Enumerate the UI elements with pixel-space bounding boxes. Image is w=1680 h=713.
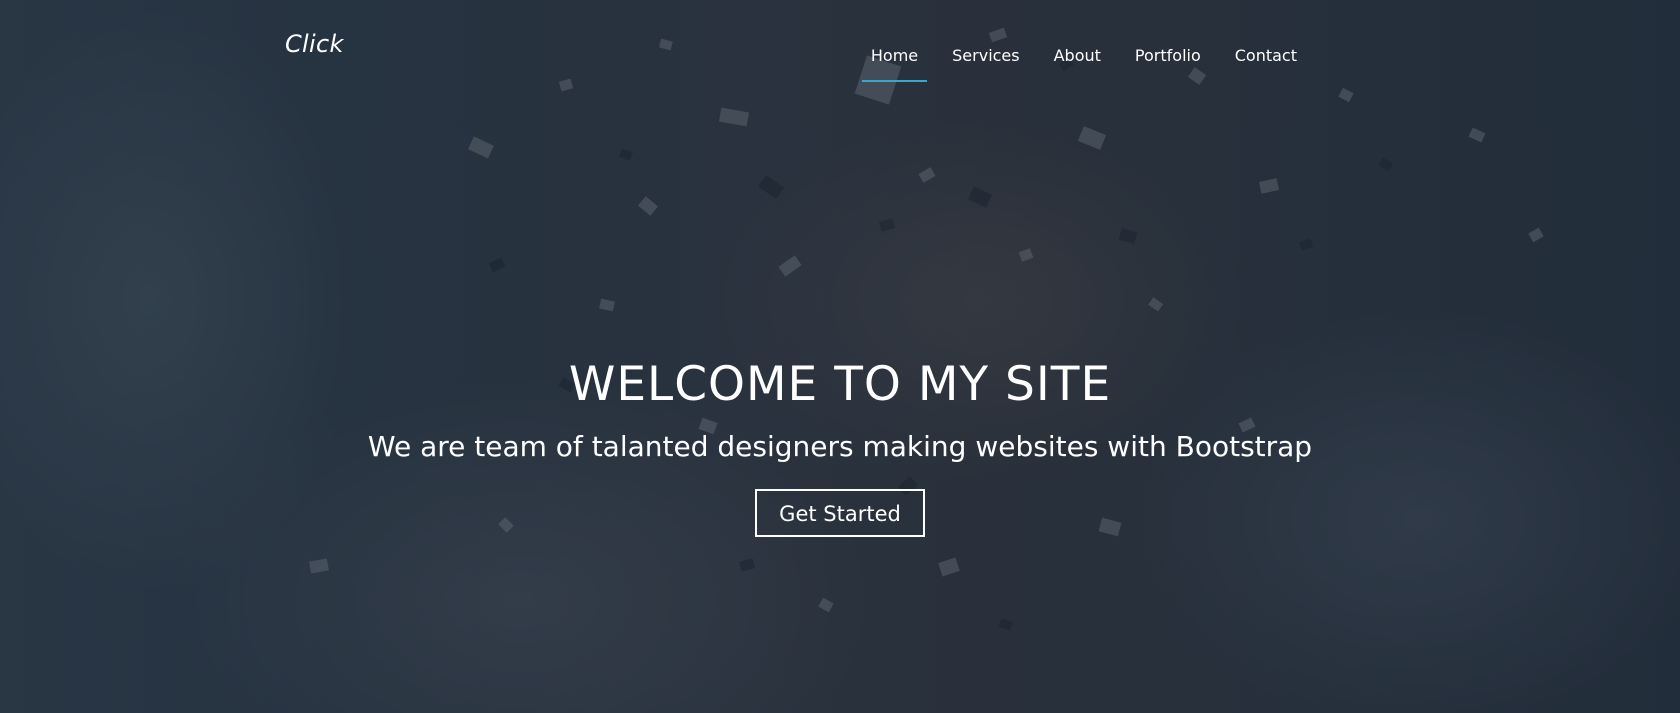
brand-logo[interactable]: Click (285, 30, 344, 58)
nav-item-portfolio: Portfolio (1118, 44, 1218, 68)
nav-item-about: About (1037, 44, 1118, 68)
nav-item-contact: Contact (1218, 44, 1314, 68)
nav-link-services[interactable]: Services (952, 44, 1019, 68)
get-started-button[interactable]: Get Started (755, 489, 925, 537)
nav-menu: Home Services About Portfolio Contact (854, 44, 1314, 82)
nav-link-portfolio[interactable]: Portfolio (1135, 44, 1201, 68)
navbar: Click Home Services About Portfolio Cont… (0, 0, 1680, 100)
hero-subtitle: We are team of talanted designers making… (367, 430, 1313, 463)
nav-link-home[interactable]: Home (871, 44, 918, 68)
nav-link-about[interactable]: About (1054, 44, 1101, 68)
nav-item-home: Home (854, 44, 935, 82)
hero-content: WELCOME TO MY SITE We are team of talant… (0, 355, 1680, 537)
hero-title: WELCOME TO MY SITE (568, 357, 1112, 412)
hero-section: Click Home Services About Portfolio Cont… (0, 0, 1680, 713)
nav-link-contact[interactable]: Contact (1235, 44, 1297, 68)
nav-item-services: Services (935, 44, 1036, 68)
